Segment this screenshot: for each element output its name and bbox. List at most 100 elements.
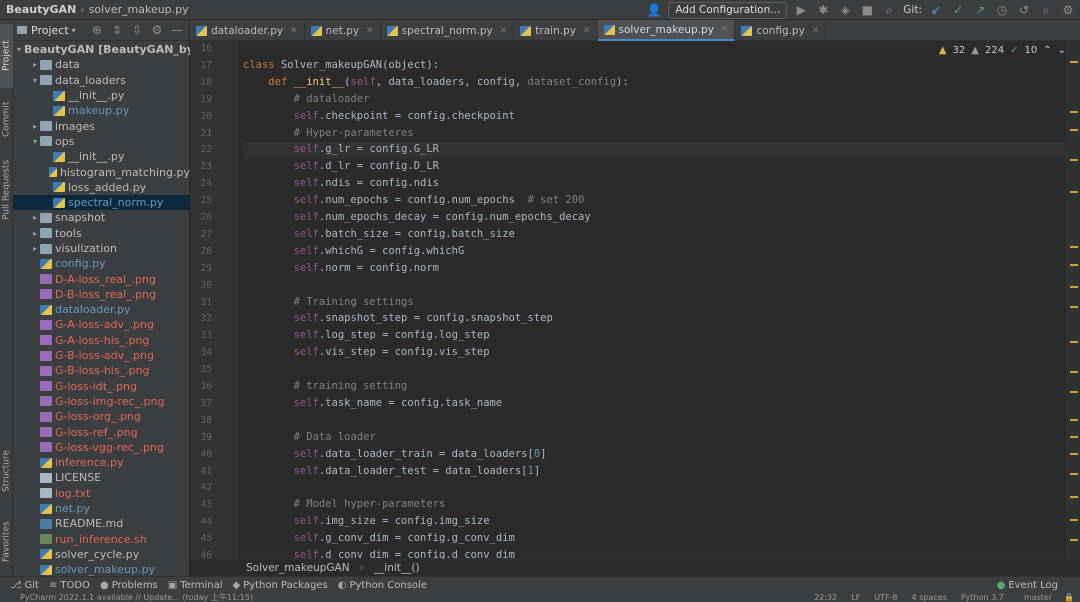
warning-marker[interactable] bbox=[1070, 496, 1078, 498]
warning-marker[interactable] bbox=[1070, 436, 1078, 438]
update-notification[interactable]: PyCharm 2022.1.1 available // Update... … bbox=[20, 593, 253, 602]
settings-icon[interactable]: ⚙ bbox=[1060, 2, 1076, 18]
tool-window-button[interactable]: ● Problems bbox=[100, 580, 158, 591]
pull-requests-tool-tab[interactable]: Pull Requests bbox=[0, 150, 13, 230]
close-icon[interactable]: ✕ bbox=[500, 26, 508, 36]
editor-tab[interactable]: spectral_norm.py ✕ bbox=[381, 20, 515, 41]
code-line[interactable]: self.norm = config.norm bbox=[243, 262, 439, 274]
close-icon[interactable]: ✕ bbox=[812, 26, 820, 36]
chevron-down-icon[interactable]: ▾ bbox=[72, 26, 76, 35]
debug-icon[interactable]: ✱ bbox=[815, 2, 831, 18]
tree-item[interactable]: README.md bbox=[13, 516, 190, 531]
code-line[interactable]: self.d_lr = config.D_LR bbox=[243, 160, 439, 172]
tree-item[interactable]: config.py bbox=[13, 256, 190, 271]
search-everywhere-icon[interactable]: ⌕ bbox=[881, 2, 897, 18]
code-area[interactable]: class Solver_makeupGAN(object): def __in… bbox=[243, 41, 1080, 561]
tree-item[interactable]: G-A-loss-his_.png bbox=[13, 333, 190, 348]
warning-marker[interactable] bbox=[1070, 286, 1078, 288]
breadcrumb-method[interactable]: __init__() bbox=[374, 562, 420, 574]
tree-item[interactable]: run_inference.sh bbox=[13, 532, 190, 547]
structure-tool-tab[interactable]: Structure bbox=[0, 440, 13, 502]
inspection-widget[interactable]: ▲ 32 ▲ 224 ✓ 10 ⌃ ⌄ bbox=[939, 45, 1066, 56]
tree-item[interactable]: histogram_matching.py bbox=[13, 164, 190, 179]
tree-item[interactable]: ▸ data bbox=[13, 57, 190, 72]
tree-item[interactable]: inference.py bbox=[13, 455, 190, 470]
warning-marker[interactable] bbox=[1070, 246, 1078, 248]
code-line[interactable]: # dataloader bbox=[243, 93, 370, 105]
git-update-icon[interactable]: ↙ bbox=[928, 2, 944, 18]
tree-item[interactable]: ▸ visulization bbox=[13, 241, 190, 256]
caret-position[interactable]: 22:32 bbox=[814, 593, 837, 602]
chevron-down-icon[interactable]: ⌄ bbox=[1058, 45, 1066, 56]
code-line[interactable]: class Solver_makeupGAN(object): bbox=[243, 59, 439, 71]
close-icon[interactable]: ✕ bbox=[583, 26, 591, 36]
user-icon[interactable]: 👤 bbox=[646, 2, 662, 18]
warning-marker[interactable] bbox=[1070, 391, 1078, 393]
coverage-icon[interactable]: ◈ bbox=[837, 2, 853, 18]
warning-marker[interactable] bbox=[1070, 159, 1078, 161]
tree-item[interactable]: G-loss-vgg-rec_.png bbox=[13, 440, 190, 455]
tree-item[interactable]: G-B-loss-his_.png bbox=[13, 363, 190, 378]
warning-marker[interactable] bbox=[1070, 539, 1078, 541]
git-branch[interactable]: master bbox=[1024, 593, 1052, 602]
tree-item[interactable]: net.py bbox=[13, 501, 190, 516]
tool-window-button[interactable]: ◆ Python Packages bbox=[232, 580, 327, 591]
editor-tab[interactable]: dataloader.py ✕ bbox=[190, 20, 305, 41]
interpreter[interactable]: Python 3.7 bbox=[961, 593, 1004, 602]
tree-item[interactable]: __init__.py bbox=[13, 149, 190, 164]
project-panel-title[interactable]: Project bbox=[31, 24, 69, 37]
chevron-down-icon[interactable]: ▾ bbox=[17, 45, 21, 54]
file-encoding[interactable]: UTF-8 bbox=[874, 593, 897, 602]
editor-tab[interactable]: solver_makeup.py ✕ bbox=[597, 20, 736, 41]
tool-window-button[interactable]: ◐ Python Console bbox=[338, 580, 427, 591]
git-commit-icon[interactable]: ✓ bbox=[950, 2, 966, 18]
warning-marker[interactable] bbox=[1070, 519, 1078, 521]
warning-marker[interactable] bbox=[1070, 264, 1078, 266]
tool-window-button[interactable]: ⎇ Git bbox=[10, 580, 39, 591]
tree-item[interactable]: G-loss-ref_.png bbox=[13, 424, 190, 439]
tree-item[interactable]: D-A-loss_real_.png bbox=[13, 271, 190, 286]
code-line[interactable]: self.img_size = config.img_size bbox=[243, 515, 490, 527]
line-separator[interactable]: LF bbox=[851, 593, 860, 602]
chevron-right-icon[interactable]: ▸ bbox=[30, 122, 40, 131]
warning-marker[interactable] bbox=[1070, 419, 1078, 421]
favorites-tool-tab[interactable]: Favorites bbox=[0, 512, 13, 572]
project-tool-tab[interactable]: Project bbox=[0, 24, 13, 88]
tool-window-button[interactable]: ▣ Terminal bbox=[168, 580, 223, 591]
file-crumb[interactable]: solver_makeup.py bbox=[89, 3, 189, 16]
chevron-down-icon[interactable]: ▾ bbox=[30, 76, 40, 85]
code-line[interactable]: # training setting bbox=[243, 380, 408, 392]
tree-item[interactable]: G-A-loss-adv_.png bbox=[13, 317, 190, 332]
code-editor[interactable]: 16 17 18 19 20 21 22 23 24 25 26 27 28 29 30 31 32 33 34 35… bbox=[190, 41, 1080, 561]
tree-item[interactable]: solver_cycle.py bbox=[13, 547, 190, 562]
error-stripe[interactable] bbox=[1066, 41, 1080, 559]
lock-icon[interactable]: 🔒 bbox=[1064, 593, 1074, 602]
tree-item[interactable]: ▸ images bbox=[13, 118, 190, 133]
expand-all-icon[interactable]: ⇕ bbox=[109, 22, 125, 38]
code-line[interactable]: self.checkpoint = config.checkpoint bbox=[243, 110, 515, 122]
tree-item[interactable]: G-B-loss-adv_.png bbox=[13, 348, 190, 363]
code-line[interactable]: self.batch_size = config.batch_size bbox=[243, 228, 515, 240]
code-line[interactable]: # Data loader bbox=[243, 431, 376, 443]
warning-marker[interactable] bbox=[1070, 341, 1078, 343]
add-configuration-button[interactable]: Add Configuration... bbox=[668, 1, 788, 19]
code-line[interactable]: def __init__(self, data_loaders, config,… bbox=[243, 76, 628, 88]
tree-item[interactable]: LICENSE bbox=[13, 470, 190, 485]
tree-item[interactable]: ▾ BeautyGAN [BeautyGAN_by bbox=[13, 42, 194, 57]
tree-item[interactable]: G-loss-img-rec_.png bbox=[13, 394, 190, 409]
history-icon[interactable]: ◷ bbox=[994, 2, 1010, 18]
project-crumb[interactable]: BeautyGAN bbox=[6, 3, 76, 16]
stop-icon[interactable]: ■ bbox=[859, 2, 875, 18]
rollback-icon[interactable]: ↺ bbox=[1016, 2, 1032, 18]
warning-marker[interactable] bbox=[1070, 111, 1078, 113]
warning-marker[interactable] bbox=[1070, 473, 1078, 475]
code-line[interactable]: self.g_conv_dim = config.g_conv_dim bbox=[243, 532, 515, 544]
collapse-all-icon[interactable]: ⇳ bbox=[129, 22, 145, 38]
code-line[interactable]: self.data_loader_test = data_loaders[1] bbox=[243, 465, 541, 477]
event-log-button[interactable]: ● Event Log bbox=[997, 580, 1058, 591]
gear-icon[interactable]: ⚙ bbox=[149, 22, 165, 38]
code-line[interactable]: self.task_name = config.task_name bbox=[243, 397, 503, 409]
chevron-down-icon[interactable]: ▾ bbox=[30, 137, 40, 146]
close-icon[interactable]: ✕ bbox=[366, 26, 374, 36]
tool-window-button[interactable]: ≡ TODO bbox=[49, 580, 90, 591]
